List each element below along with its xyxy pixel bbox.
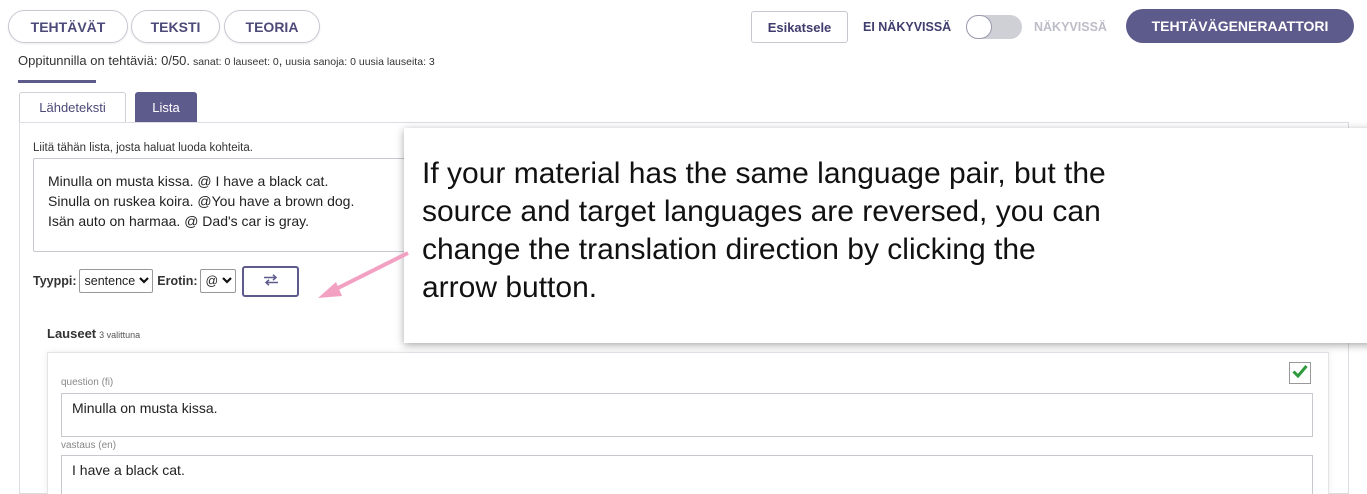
type-label: Tyyppi: bbox=[33, 274, 77, 288]
question-label: question (fi) bbox=[61, 377, 114, 388]
sentences-heading: Lauseet 3 valittuna bbox=[47, 326, 141, 341]
visibility-off-label: EI NÄKYVISSÄ bbox=[863, 20, 952, 34]
tab-underline bbox=[18, 80, 96, 83]
answer-label: vastaus (en) bbox=[61, 440, 117, 451]
type-select-value: sentence bbox=[84, 274, 136, 288]
chevron-down-icon bbox=[139, 276, 150, 287]
separator-label: Erotin: bbox=[157, 274, 198, 288]
tab-teksti[interactable]: TEKSTI bbox=[131, 10, 220, 43]
subtab-source-text[interactable]: Lähdeteksti bbox=[19, 92, 126, 122]
tutorial-tooltip: If your material has the same language p… bbox=[404, 128, 1367, 343]
visibility-on-label: NÄKYVISSÄ bbox=[1034, 20, 1107, 34]
tooltip-pointer-arrow-icon bbox=[318, 251, 409, 298]
swap-direction-button[interactable] bbox=[242, 265, 300, 297]
list-controls: Tyyppi: sentence Erotin: @ bbox=[33, 265, 300, 297]
tooltip-line: If your material has the same language p… bbox=[422, 157, 1106, 190]
source-line: Sinulla on ruskea koira. @You have a bro… bbox=[48, 193, 355, 209]
type-select[interactable]: sentence bbox=[78, 269, 154, 293]
swap-arrows-icon bbox=[263, 273, 279, 289]
tab-tehtavat[interactable]: TEHTÄVÄT bbox=[8, 10, 128, 43]
tooltip-line: arrow button. bbox=[422, 271, 598, 304]
answer-input[interactable]: I have a black cat. bbox=[61, 455, 1313, 494]
question-input[interactable]: Minulla on musta kissa. bbox=[61, 393, 1313, 437]
chevron-down-icon bbox=[222, 276, 233, 287]
source-line: Minulla on musta kissa. @ I have a black… bbox=[48, 173, 329, 189]
visibility-toggle[interactable] bbox=[966, 15, 1022, 39]
task-count-status: Oppitunnilla on tehtäviä: 0/50. sanat: 0… bbox=[18, 53, 435, 68]
tab-teoria[interactable]: TEORIA bbox=[224, 10, 320, 43]
checkmark-icon bbox=[1292, 364, 1308, 383]
task-generator-button[interactable]: TEHTÄVÄGENERAATTORI bbox=[1126, 9, 1354, 43]
tooltip-line: change the translation direction by clic… bbox=[422, 233, 1036, 266]
tooltip-line: source and target languages are reversed… bbox=[422, 195, 1101, 228]
separator-select-value: @ bbox=[205, 274, 219, 288]
toggle-knob bbox=[966, 15, 992, 39]
separator-select[interactable]: @ bbox=[199, 269, 237, 293]
paste-instruction: Liitä tähän lista, josta haluat luoda ko… bbox=[33, 142, 253, 154]
subtab-list[interactable]: Lista bbox=[135, 92, 197, 122]
source-line: Isän auto on harmaa. @ Dad's car is gray… bbox=[48, 213, 309, 229]
preview-button[interactable]: Esikatsele bbox=[751, 11, 848, 43]
item-select-checkbox[interactable] bbox=[1289, 362, 1311, 384]
